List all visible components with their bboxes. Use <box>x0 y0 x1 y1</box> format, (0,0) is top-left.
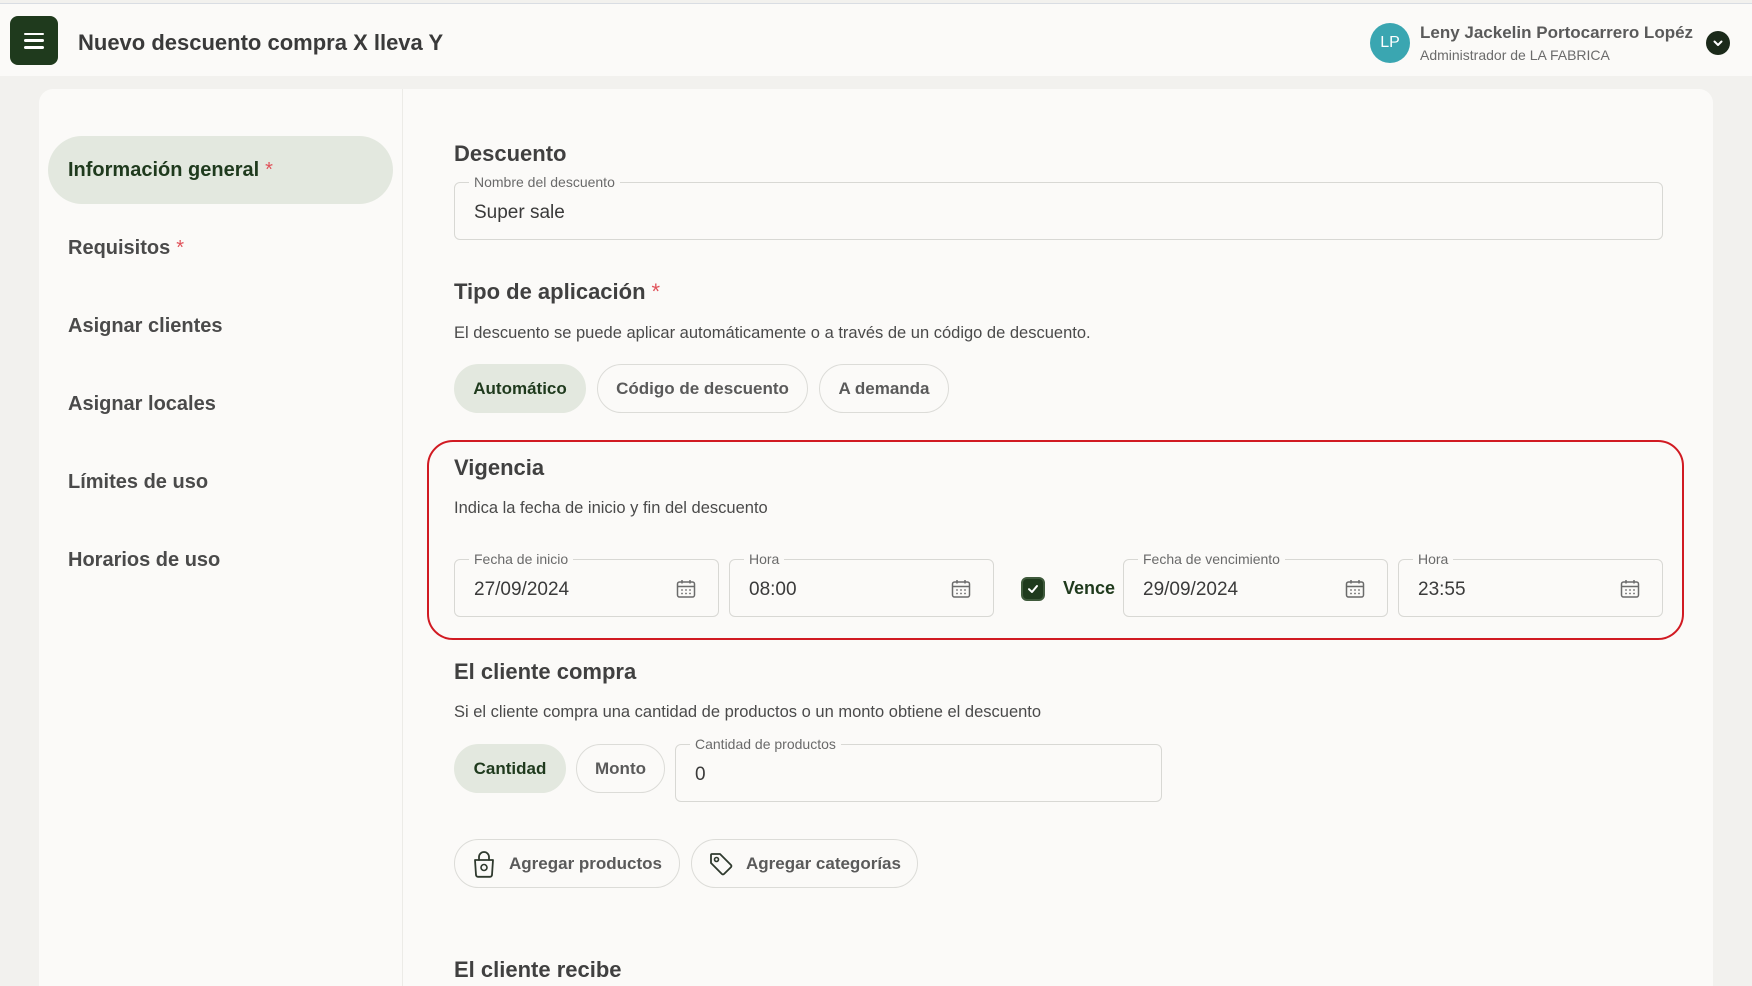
user-role: Administrador de LA FABRICA <box>1420 47 1610 63</box>
section-title-cliente-compra: El cliente compra <box>454 659 637 684</box>
sidebar-item-limites-de-uso[interactable]: Límites de uso <box>48 448 393 516</box>
shopping-bag-icon <box>474 850 494 878</box>
required-asterisk: * <box>651 279 661 304</box>
field-label: Hora <box>1413 551 1454 567</box>
top-header: Nuevo descuento compra X lleva Y LP Leny… <box>0 3 1752 76</box>
chevron-down-icon <box>1713 40 1723 46</box>
section-title-cliente-recibe: El cliente recibe <box>454 957 622 982</box>
start-date-field[interactable]: Fecha de inicio 27/09/2024 <box>454 551 719 617</box>
section-title-text: Tipo de aplicación <box>454 279 646 304</box>
option-a-demanda[interactable]: A demanda <box>819 364 949 413</box>
avatar[interactable]: LP <box>1370 23 1410 63</box>
field-label: Hora <box>744 551 785 567</box>
field-value: 23:55 <box>1418 579 1466 600</box>
option-automatico[interactable]: Automático <box>454 364 586 413</box>
discount-name-field[interactable]: Nombre del descuento Super sale <box>454 174 1663 240</box>
hamburger-menu-icon <box>24 32 44 49</box>
menu-button[interactable] <box>10 16 58 65</box>
sidebar-item-label: Límites de uso <box>68 470 209 493</box>
field-label: Fecha de vencimiento <box>1138 551 1285 567</box>
user-name: Leny Jackelin Portocarrero Lopéz <box>1420 23 1694 42</box>
sidebar-item-label: Asignar clientes <box>68 314 223 337</box>
page-title: Nuevo descuento compra X lleva Y <box>78 30 444 55</box>
sidebar-item-label: Horarios de uso <box>68 548 221 571</box>
button-label: Agregar productos <box>509 853 663 873</box>
vence-label[interactable]: Vence <box>1063 578 1115 599</box>
add-categories-button[interactable]: Agregar categorías <box>691 839 918 888</box>
calendar-icon[interactable] <box>1345 579 1365 599</box>
field-value: 29/09/2024 <box>1143 579 1239 600</box>
field-value: 27/09/2024 <box>474 579 570 600</box>
check-icon <box>1028 585 1038 593</box>
sidebar-item-asignar-clientes[interactable]: Asignar clientes <box>48 292 393 360</box>
calendar-icon[interactable] <box>1620 579 1640 599</box>
sidebar-item-label: Asignar locales <box>68 392 216 415</box>
field-value: 08:00 <box>749 579 797 600</box>
section-description: El descuento se puede aplicar automática… <box>454 324 1091 342</box>
sidebar-item-asignar-locales[interactable]: Asignar locales <box>48 370 393 438</box>
add-products-button[interactable]: Agregar productos <box>454 839 680 888</box>
field-value: 0 <box>695 764 706 785</box>
section-title-vigencia: Vigencia <box>454 455 545 480</box>
option-monto[interactable]: Monto <box>576 744 665 793</box>
end-date-field[interactable]: Fecha de vencimiento 29/09/2024 <box>1123 551 1388 617</box>
calendar-icon[interactable] <box>676 579 696 599</box>
sidebar-item-label: Requisitos <box>68 236 171 259</box>
tag-icon <box>710 852 733 875</box>
sidebar-item-requisitos[interactable]: Requisitos * <box>48 214 393 282</box>
button-label: Agregar categorías <box>746 853 901 873</box>
sidebar-item-label: Información general <box>68 158 260 181</box>
section-title-tipo-aplicacion: Tipo de aplicación * <box>454 279 660 305</box>
field-label: Cantidad de productos <box>690 736 841 752</box>
field-value: Super sale <box>474 202 565 223</box>
section-description: Si el cliente compra una cantidad de pro… <box>454 703 1042 721</box>
vence-checkbox[interactable] <box>1021 577 1045 601</box>
sidebar-item-horarios-de-uso[interactable]: Horarios de uso <box>48 526 393 594</box>
required-asterisk: * <box>176 236 185 259</box>
field-label: Nombre del descuento <box>469 174 620 190</box>
section-description: Indica la fecha de inicio y fin del desc… <box>454 499 768 517</box>
option-cantidad[interactable]: Cantidad <box>454 744 566 793</box>
required-asterisk: * <box>265 158 273 181</box>
sidebar-item-informacion-general[interactable]: Información general * <box>48 136 393 204</box>
calendar-icon[interactable] <box>951 579 971 599</box>
option-codigo-descuento[interactable]: Código de descuento <box>597 364 808 413</box>
end-time-field[interactable]: Hora 23:55 <box>1398 551 1663 617</box>
field-label: Fecha de inicio <box>469 551 574 567</box>
quantity-field[interactable]: Cantidad de productos 0 <box>675 736 1162 802</box>
section-title-descuento: Descuento <box>454 141 567 166</box>
start-time-field[interactable]: Hora 08:00 <box>729 551 994 617</box>
user-menu-button[interactable] <box>1706 31 1730 55</box>
